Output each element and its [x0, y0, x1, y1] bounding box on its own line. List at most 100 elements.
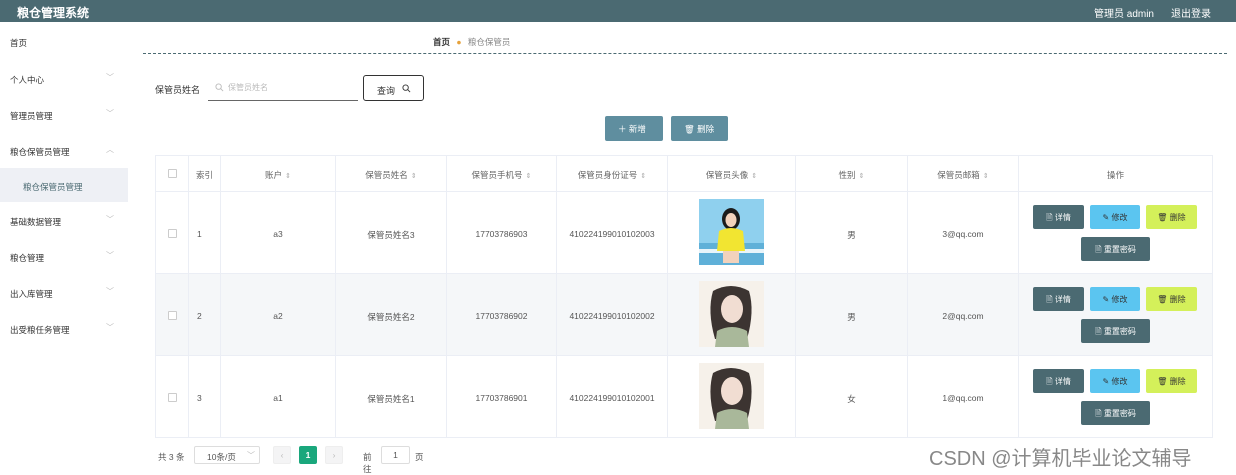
- query-button[interactable]: 查询: [363, 75, 424, 101]
- sidebar-item-label: 首页: [10, 38, 28, 48]
- breadcrumb: 首页 ● 粮仓保管员: [433, 36, 510, 48]
- breadcrumb-home[interactable]: 首页: [433, 37, 450, 47]
- cell-name: 保管员姓名2: [367, 312, 415, 322]
- detail-button[interactable]: 🗎 详情: [1033, 205, 1084, 229]
- breadcrumb-separator-icon: ●: [456, 37, 462, 47]
- cell-email: 3@qq.com: [942, 229, 984, 239]
- chevron-down-icon: ﹀: [106, 251, 114, 260]
- sidebar-item-admin[interactable]: 管理员管理 ﹀: [0, 97, 128, 131]
- delete-button[interactable]: 🗑 删除: [1146, 287, 1197, 311]
- logout-link[interactable]: 退出登录: [1171, 5, 1211, 20]
- divider: [143, 53, 1227, 54]
- app-title: 粮仓管理系统: [17, 6, 90, 20]
- reset-password-button[interactable]: 🗎 重置密码: [1081, 237, 1150, 261]
- header-phone-col[interactable]: 保管员手机号 ⇕: [447, 156, 557, 191]
- reset-password-button[interactable]: 🗎 重置密码: [1081, 319, 1150, 343]
- chevron-down-icon: ﹀: [106, 287, 114, 296]
- chevron-down-icon: ﹀: [247, 451, 255, 460]
- add-button-label: 新增: [628, 124, 646, 134]
- keeper-avatar[interactable]: [699, 281, 764, 347]
- sidebar-item-keeper[interactable]: 粮仓保管员管理: [0, 168, 128, 202]
- trash-icon: 🗑: [684, 124, 695, 134]
- select-all-checkbox[interactable]: [168, 169, 177, 178]
- cell-idcard: 410224199010102003: [569, 229, 655, 239]
- chevron-down-icon: ﹀: [106, 109, 114, 118]
- sort-icon[interactable]: ⇕: [859, 173, 865, 180]
- search-input[interactable]: 保管员姓名: [208, 75, 358, 101]
- sidebar-item-label: 粮仓保管员管理: [10, 147, 70, 157]
- header-account: 账户: [265, 170, 283, 180]
- header-avatar: 保管员头像: [705, 170, 749, 180]
- sort-icon[interactable]: ⇕: [983, 173, 989, 180]
- edit-button[interactable]: ✎ 修改: [1090, 205, 1140, 229]
- keeper-avatar[interactable]: [699, 363, 764, 429]
- search-icon: [402, 84, 411, 93]
- sidebar-item-profile[interactable]: 个人中心 ﹀: [0, 61, 128, 95]
- detail-label: 详情: [1054, 377, 1071, 386]
- goto-unit: 页: [415, 452, 424, 462]
- sidebar-item-basic-data[interactable]: 基础数据管理 ﹀: [0, 203, 128, 237]
- delete-button-label: 删除: [697, 124, 715, 134]
- goto-page-input[interactable]: 1: [381, 446, 410, 464]
- chevron-left-icon: ‹: [280, 450, 284, 460]
- sidebar-item-home[interactable]: 首页: [0, 24, 128, 58]
- top-bar: 粮仓管理系统 管理员 admin 退出登录: [0, 0, 1236, 22]
- cell-gender: 男: [847, 312, 856, 322]
- sort-icon[interactable]: ⇕: [640, 173, 646, 180]
- add-button[interactable]: ＋ 新增: [605, 116, 663, 141]
- header-account-col[interactable]: 账户 ⇕: [221, 156, 336, 191]
- sort-icon[interactable]: ⇕: [411, 173, 417, 180]
- detail-button[interactable]: 🗎 详情: [1033, 369, 1084, 393]
- edit-button[interactable]: ✎ 修改: [1090, 287, 1140, 311]
- cell-idcard: 410224199010102001: [569, 393, 655, 403]
- keeper-avatar[interactable]: [699, 199, 764, 265]
- sidebar-item-inout[interactable]: 出入库管理 ﹀: [0, 275, 128, 309]
- table-row: 3 a1 保管员姓名1 17703786901 4102241990101020…: [156, 356, 1212, 438]
- delete-button[interactable]: 🗑 删除: [1146, 205, 1197, 229]
- reset-password-button[interactable]: 🗎 重置密码: [1081, 401, 1150, 425]
- delete-label: 删除: [1169, 213, 1186, 222]
- sort-icon[interactable]: ⇕: [751, 173, 757, 180]
- sidebar-item-keeper-group[interactable]: 粮仓保管员管理 ︿: [0, 133, 128, 167]
- header-email-col[interactable]: 保管员邮箱 ⇕: [908, 156, 1019, 191]
- row-checkbox[interactable]: [168, 229, 177, 238]
- sort-icon[interactable]: ⇕: [526, 173, 532, 180]
- chevron-down-icon: ﹀: [106, 73, 114, 82]
- batch-delete-button[interactable]: 🗑 删除: [671, 116, 728, 141]
- prev-page-button[interactable]: ‹: [273, 446, 291, 464]
- delete-label: 删除: [1169, 295, 1186, 304]
- sidebar-item-label: 管理员管理: [10, 111, 53, 121]
- cell-phone: 17703786902: [475, 311, 528, 321]
- header-idcard-col[interactable]: 保管员身份证号 ⇕: [557, 156, 668, 191]
- reset-label: 重置密码: [1103, 409, 1136, 418]
- cell-name: 保管员姓名3: [367, 230, 415, 240]
- edit-button[interactable]: ✎ 修改: [1090, 369, 1140, 393]
- next-page-button[interactable]: ›: [325, 446, 343, 464]
- row-checkbox[interactable]: [168, 311, 177, 320]
- avatar-photo: [699, 281, 764, 347]
- row-checkbox[interactable]: [168, 393, 177, 402]
- header-name-col[interactable]: 保管员姓名 ⇕: [336, 156, 447, 191]
- edit-label: 修改: [1111, 377, 1128, 386]
- header-phone: 保管员手机号: [471, 170, 523, 180]
- breadcrumb-current: 粮仓保管员: [467, 37, 511, 47]
- cell-index: 2: [197, 311, 202, 321]
- edit-label: 修改: [1111, 295, 1128, 304]
- header-gender: 性别: [838, 170, 856, 180]
- header-gender-col[interactable]: 性别 ⇕: [796, 156, 908, 191]
- sidebar-item-granary[interactable]: 粮仓管理 ﹀: [0, 239, 128, 273]
- detail-button[interactable]: 🗎 详情: [1033, 287, 1084, 311]
- page-number-current[interactable]: 1: [299, 446, 317, 464]
- delete-button[interactable]: 🗑 删除: [1146, 369, 1197, 393]
- sidebar-item-tasks[interactable]: 出受粮任务管理 ﹀: [0, 311, 128, 345]
- cell-gender: 女: [847, 394, 856, 404]
- sort-icon[interactable]: ⇕: [285, 173, 291, 180]
- reset-label: 重置密码: [1103, 327, 1136, 336]
- table-header: 索引 账户 ⇕ 保管员姓名 ⇕ 保管员手机号 ⇕ 保管员身份证号 ⇕ 保管员头像 ⇕ 性别…: [156, 156, 1212, 192]
- page-size-select[interactable]: 10条/页 ﹀: [194, 446, 260, 464]
- detail-label: 详情: [1054, 295, 1071, 304]
- header-avatar-col[interactable]: 保管员头像 ⇕: [668, 156, 796, 191]
- chevron-up-icon: ︿: [106, 145, 114, 154]
- pagination-total: 共 3 条: [158, 452, 185, 462]
- sidebar-item-label: 粮仓保管员管理: [23, 182, 83, 192]
